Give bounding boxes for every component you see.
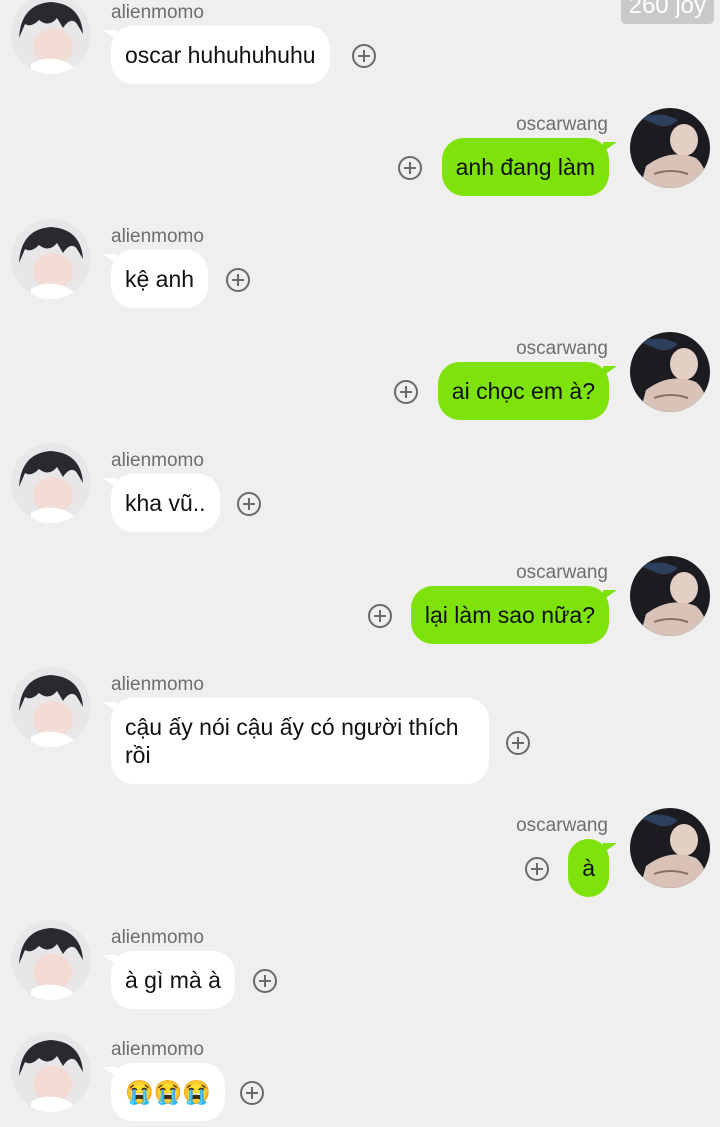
avatar-alienmomo[interactable] <box>11 219 91 299</box>
avatar-alienmomo[interactable] <box>11 920 91 1000</box>
sender-name: alienmomo <box>111 674 204 695</box>
avatar-alienmomo[interactable] <box>11 1032 91 1112</box>
sender-name: alienmomo <box>111 2 204 23</box>
add-reaction-icon[interactable] <box>240 1081 264 1105</box>
message-bubble[interactable]: à gì mà à <box>103 951 235 1009</box>
add-reaction-icon[interactable] <box>398 156 422 180</box>
add-reaction-icon[interactable] <box>352 44 376 68</box>
message-bubble[interactable]: oscar huhuhuhuhu <box>103 26 330 84</box>
sender-name: oscarwang <box>516 815 608 836</box>
avatar-alienmomo[interactable] <box>11 0 91 74</box>
message-bubble[interactable]: à <box>568 839 617 897</box>
add-reaction-icon[interactable] <box>237 492 261 516</box>
avatar-oscarwang[interactable] <box>630 332 710 412</box>
avatar-oscarwang[interactable] <box>630 808 710 888</box>
add-reaction-icon[interactable] <box>368 604 392 628</box>
avatar-alienmomo[interactable] <box>11 443 91 523</box>
message-bubble[interactable]: anh đang làm <box>441 138 618 196</box>
add-reaction-icon[interactable] <box>506 731 530 755</box>
sender-name: oscarwang <box>516 114 608 135</box>
sender-name: alienmomo <box>111 226 204 247</box>
add-reaction-icon[interactable] <box>253 969 277 993</box>
add-reaction-icon[interactable] <box>525 857 549 881</box>
avatar-oscarwang[interactable] <box>630 108 710 188</box>
message-bubble[interactable]: kệ anh <box>102 250 209 308</box>
sender-name: oscarwang <box>516 338 608 359</box>
watermark: 260 joy <box>620 0 714 24</box>
message-bubble[interactable]: 😭😭😭 <box>103 1063 225 1121</box>
message-bubble[interactable]: kha vũ.. <box>103 474 220 532</box>
add-reaction-icon[interactable] <box>394 380 418 404</box>
message-bubble[interactable]: lại làm sao nữa? <box>410 586 618 644</box>
avatar-oscarwang[interactable] <box>630 556 710 636</box>
sender-name: alienmomo <box>111 450 204 471</box>
message-bubble[interactable]: cậu ấy nói cậu ấy có người thích rồi <box>103 698 489 784</box>
sender-name: alienmomo <box>111 1039 204 1060</box>
message-bubble[interactable]: ai chọc em à? <box>437 362 618 420</box>
add-reaction-icon[interactable] <box>226 268 250 292</box>
avatar-alienmomo[interactable] <box>11 667 91 747</box>
sender-name: alienmomo <box>111 927 204 948</box>
sender-name: oscarwang <box>516 562 608 583</box>
